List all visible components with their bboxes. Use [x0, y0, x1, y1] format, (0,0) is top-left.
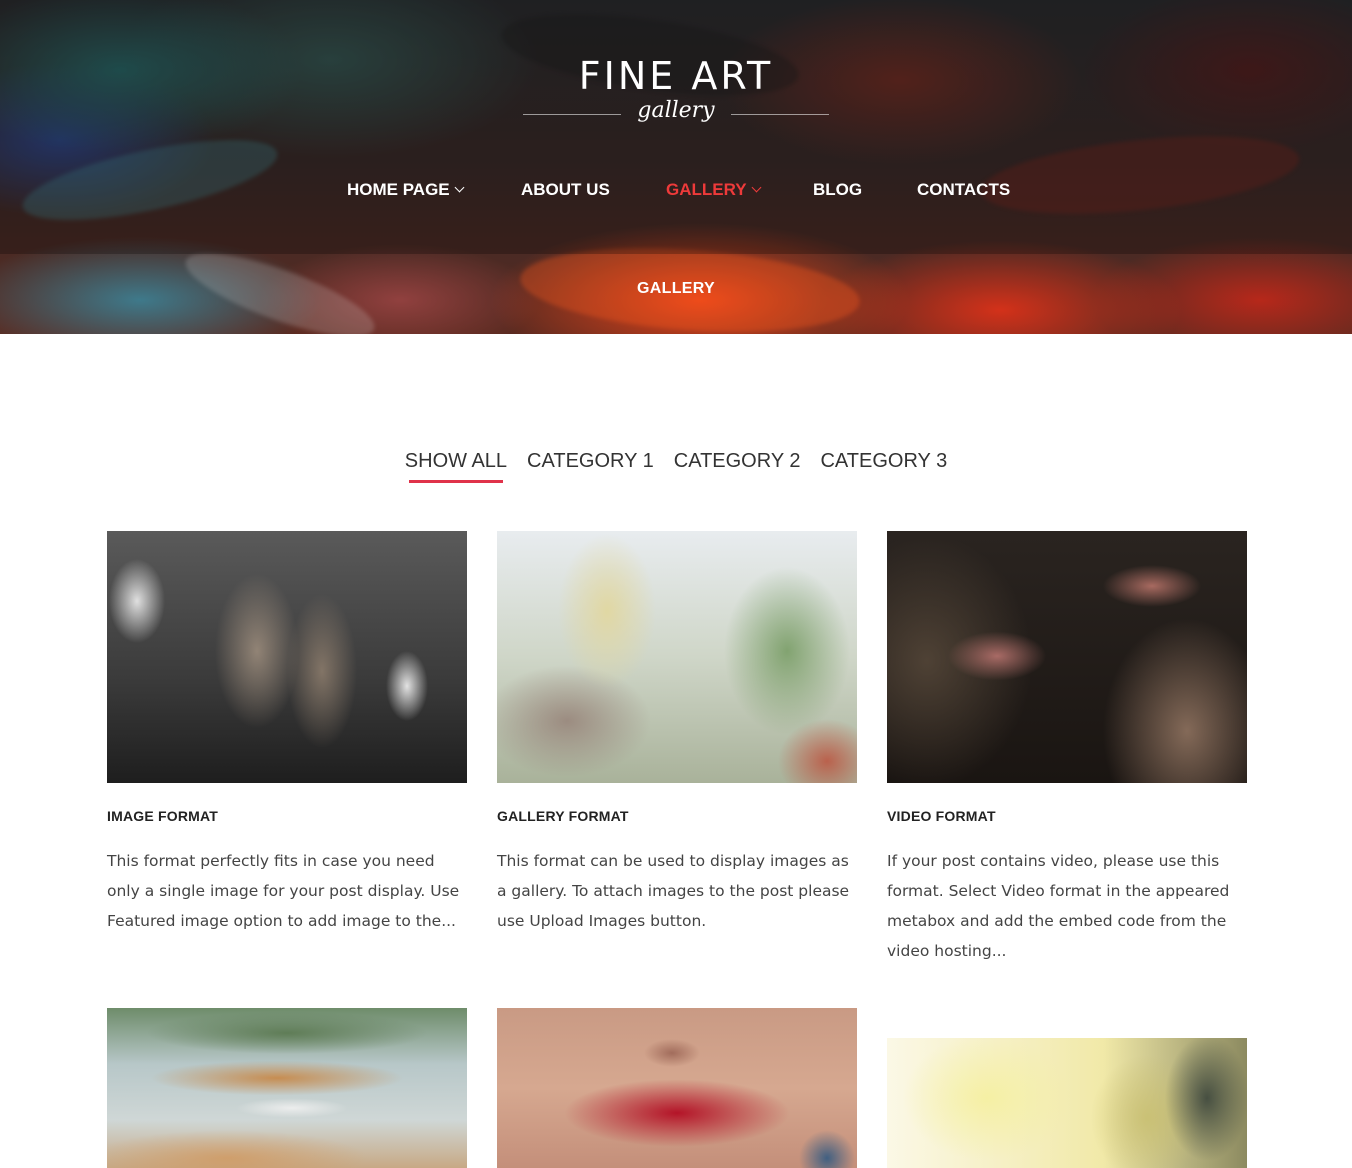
post-title[interactable]: VIDEO FORMAT	[887, 808, 996, 824]
nav-item-label: HOME PAGE	[347, 180, 450, 199]
nav-item-gallery[interactable]: GALLERY	[666, 176, 762, 204]
nav-item-label: BLOG	[813, 180, 863, 199]
main-navigation: HOME PAGE ABOUT US GALLERY BLOG CONTACTS	[0, 176, 1352, 204]
logo-subtitle: gallery	[637, 98, 715, 123]
post-title[interactable]: GALLERY FORMAT	[497, 808, 629, 824]
nav-item-label: GALLERY	[666, 180, 747, 199]
nav-item-blog[interactable]: BLOG	[813, 176, 862, 204]
gallery-card: IMAGE FORMAT This format perfectly fits …	[107, 531, 467, 971]
filter-label: SHOW ALL	[404, 450, 508, 472]
post-thumbnail[interactable]	[497, 1008, 857, 1168]
logo-rule-right	[731, 114, 829, 115]
post-excerpt: This format perfectly fits in case you n…	[107, 852, 460, 930]
logo-subtitle-wrap: gallery	[523, 98, 829, 132]
site-logo[interactable]: FINE ART gallery	[0, 56, 1352, 132]
filter-show-all[interactable]: SHOW ALL	[405, 450, 507, 483]
nav-item-label: CONTACTS	[917, 180, 1011, 199]
nav-item-home-page[interactable]: HOME PAGE	[347, 176, 465, 204]
nav-item-label: ABOUT US	[521, 180, 610, 199]
filter-category-3[interactable]: CATEGORY 3	[820, 450, 947, 483]
gallery-card	[497, 1008, 857, 1168]
post-thumbnail[interactable]	[107, 531, 467, 783]
nav-item-contacts[interactable]: CONTACTS	[917, 176, 1010, 204]
post-thumbnail[interactable]	[887, 1038, 1247, 1168]
post-excerpt: If your post contains video, please use …	[887, 852, 1230, 960]
post-thumbnail[interactable]	[887, 531, 1247, 783]
category-filter: SHOW ALL CATEGORY 1 CATEGORY 2 CATEGORY …	[0, 450, 1352, 483]
logo-title: FINE ART	[578, 54, 774, 98]
gallery-card: VIDEO FORMAT If your post contains video…	[887, 531, 1247, 971]
filter-label: CATEGORY 1	[527, 450, 654, 472]
active-filter-underline	[408, 480, 504, 483]
post-title[interactable]: IMAGE FORMAT	[107, 808, 218, 824]
post-thumbnail[interactable]	[107, 1008, 467, 1168]
nav-item-about-us[interactable]: ABOUT US	[521, 176, 610, 204]
chevron-down-icon	[454, 182, 465, 193]
gallery-card: GALLERY FORMAT This format can be used t…	[497, 531, 857, 971]
gallery-card	[107, 1008, 467, 1168]
post-thumbnail[interactable]	[497, 531, 857, 783]
hero-banner: FINE ART gallery HOME PAGE ABOUT US GALL…	[0, 0, 1352, 334]
page-title: GALLERY	[637, 280, 715, 297]
gallery-card	[887, 1038, 1247, 1168]
filter-category-1[interactable]: CATEGORY 1	[527, 450, 654, 483]
filter-label: CATEGORY 3	[820, 450, 948, 472]
post-excerpt: This format can be used to display image…	[497, 852, 850, 930]
chevron-down-icon	[751, 182, 762, 193]
filter-category-2[interactable]: CATEGORY 2	[674, 450, 801, 483]
filter-label: CATEGORY 2	[673, 450, 801, 472]
